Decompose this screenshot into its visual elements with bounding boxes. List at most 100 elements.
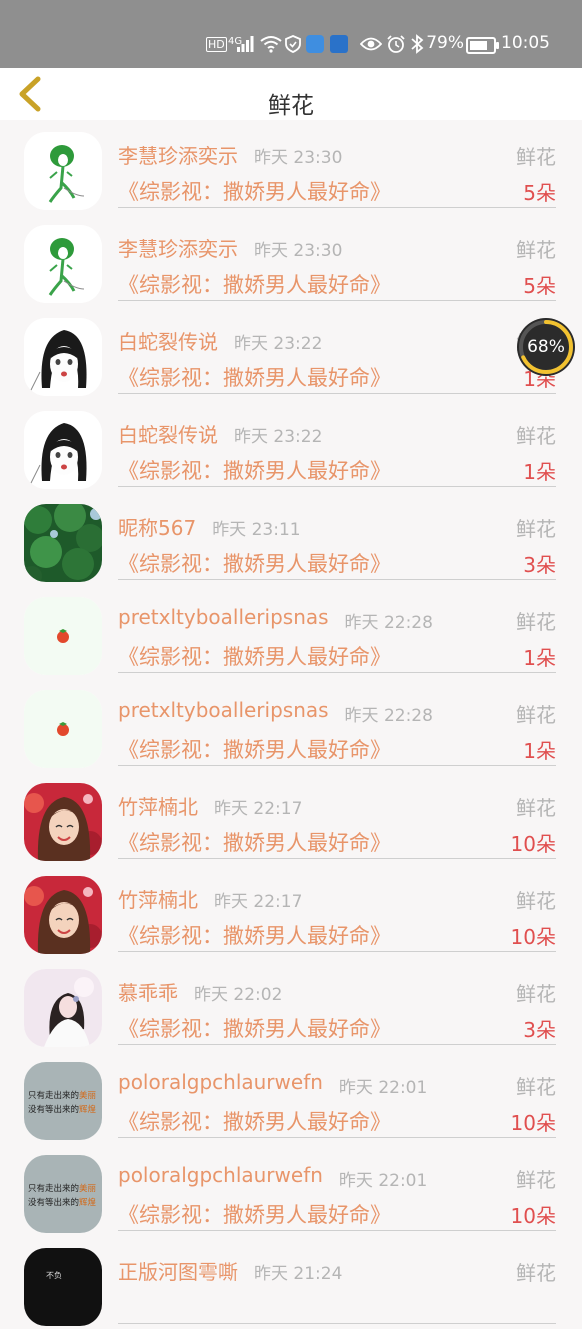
user-name[interactable]: 白蛇裂传说	[118, 326, 218, 355]
floating-badge-value: 68%	[527, 337, 565, 357]
gift-type: 鲜花	[516, 1168, 556, 1192]
flower-record-row[interactable]: 白蛇裂传说昨天 23:22鲜花《综影视：撒娇男人最好命》1朵	[0, 306, 582, 399]
book-title[interactable]: 《综影视：撒娇男人最好命》	[118, 734, 391, 764]
user-avatar[interactable]	[24, 597, 102, 675]
svg-text:只有走出来的美丽: 只有走出来的美丽	[28, 1183, 97, 1194]
gift-type: 鲜花	[516, 145, 556, 169]
user-avatar[interactable]	[24, 876, 102, 954]
flower-record-row[interactable]: 慕乖乖 昨天 22:02 鲜花 《综影视：撒娇男人最好命》 3朵	[0, 957, 582, 1050]
user-name[interactable]: poloralgpchlaurwefn	[118, 1070, 323, 1094]
gift-type: 鲜花	[516, 424, 556, 448]
user-name[interactable]: pretxltyboalleripsnas	[118, 605, 329, 629]
book-title[interactable]: 《综影视：撒娇男人最好命》	[118, 920, 391, 950]
flower-record-row[interactable]: 只有走出来的美丽 没有等出来的辉煌 poloralgpchlaurwefn 昨天 22…	[0, 1143, 582, 1236]
row-divider	[118, 765, 556, 766]
floating-progress-badge[interactable]: 68%	[517, 318, 575, 376]
user-avatar[interactable]	[24, 504, 102, 582]
user-avatar[interactable]	[24, 969, 102, 1047]
book-title[interactable]: 《综影视：撒娇男人最好命》	[118, 641, 391, 671]
flower-record-row[interactable]: 只有走出来的美丽 没有等出来的辉煌 poloralgpchlaurwefn 昨天 22…	[0, 1050, 582, 1143]
user-avatar[interactable]	[24, 690, 102, 768]
eye-icon	[360, 37, 382, 51]
book-title[interactable]: 《综影视：撒娇男人最好命》	[118, 1106, 391, 1136]
user-name[interactable]: 正版河图雩嘶	[118, 1256, 238, 1285]
user-avatar[interactable]	[24, 225, 102, 303]
app-icon-2	[330, 35, 348, 53]
status-bar: HD 4G 79% 10:05	[0, 0, 582, 68]
user-avatar[interactable]	[24, 318, 102, 396]
flower-record-row[interactable]: 昵称567 昨天 23:11 鲜花《综影视：撒娇男人最好命》 3朵	[0, 492, 582, 585]
book-title[interactable]: 《综影视：撒娇男人最好命》	[118, 176, 391, 206]
user-avatar[interactable]: 不负	[24, 1248, 102, 1326]
app-icon	[306, 35, 324, 53]
flower-count: 1朵	[523, 739, 556, 763]
svg-text:只有走出来的美丽: 只有走出来的美丽	[28, 1090, 97, 1101]
flower-count: 10朵	[510, 1111, 556, 1135]
row-divider	[118, 858, 556, 859]
svg-text:没有等出来的辉煌: 没有等出来的辉煌	[28, 1104, 97, 1115]
row-divider	[118, 1230, 556, 1231]
row-divider	[118, 951, 556, 952]
gift-time: 昨天 23:30	[254, 148, 343, 168]
flower-record-row[interactable]: 不负 正版河图雩嘶 昨天 21:24 鲜花	[0, 1236, 582, 1329]
row-divider	[118, 1323, 556, 1324]
top-bar: 鲜花	[0, 68, 582, 120]
book-title[interactable]: 《综影视：撒娇男人最好命》	[118, 548, 391, 578]
hd-icon: HD	[206, 37, 227, 52]
flower-count: 5朵	[523, 274, 556, 298]
gift-type: 鲜花	[516, 1261, 556, 1285]
flower-count: 3朵	[523, 553, 556, 577]
book-title[interactable]: 《综影视：撒娇男人最好命》	[118, 269, 391, 299]
gift-time: 昨天 22:17	[214, 799, 303, 819]
gift-type: 鲜花	[516, 889, 556, 913]
gift-type: 鲜花	[516, 1075, 556, 1099]
gift-type: 鲜花	[516, 517, 556, 541]
user-name[interactable]: 白蛇裂传说	[118, 419, 218, 448]
book-title[interactable]: 《综影视：撒娇男人最好命》	[118, 1013, 391, 1043]
flower-record-row[interactable]: 竹萍楠北 昨天 22:17 鲜花 《综影视：撒娇男人最好命》 10朵	[0, 771, 582, 864]
book-title[interactable]: 《综影视：撒娇男人最好命》	[118, 455, 391, 485]
flower-count: 10朵	[510, 1204, 556, 1228]
svg-text:不负: 不负	[46, 1270, 62, 1280]
user-avatar[interactable]: 只有走出来的美丽 没有等出来的辉煌	[24, 1062, 102, 1140]
user-name[interactable]: 慕乖乖	[118, 977, 178, 1006]
user-name[interactable]: 竹萍楠北	[118, 884, 198, 913]
user-name[interactable]: 竹萍楠北	[118, 791, 198, 820]
flower-count: 1朵	[523, 646, 556, 670]
book-title[interactable]: 《综影视：撒娇男人最好命》	[118, 1199, 391, 1229]
flower-count: 3朵	[523, 1018, 556, 1042]
status-time: 10:05	[501, 33, 550, 53]
flower-record-row[interactable]: pretxltyboalleripsnas 昨天 22:28 鲜花《综影视：撒娇男人…	[0, 678, 582, 771]
gift-time: 昨天 23:30	[254, 241, 343, 261]
gift-time: 昨天 23:22	[234, 334, 323, 354]
alarm-icon	[387, 35, 405, 53]
user-name[interactable]: pretxltyboalleripsnas	[118, 698, 329, 722]
flower-record-row[interactable]: pretxltyboalleripsnas 昨天 22:28 鲜花《综影视：撒娇男人…	[0, 585, 582, 678]
gift-type: 鲜花	[516, 703, 556, 727]
bluetooth-icon	[411, 34, 424, 54]
book-title[interactable]: 《综影视：撒娇男人最好命》	[118, 827, 391, 857]
flower-record-row[interactable]: 竹萍楠北 昨天 22:17 鲜花 《综影视：撒娇男人最好命》 10朵	[0, 864, 582, 957]
flower-record-row[interactable]: 白蛇裂传说昨天 23:22鲜花《综影视：撒娇男人最好命》1朵	[0, 399, 582, 492]
wifi-icon	[260, 36, 282, 53]
user-avatar[interactable]	[24, 411, 102, 489]
gift-type: 鲜花	[516, 796, 556, 820]
row-divider	[118, 393, 556, 394]
user-name[interactable]: 李慧珍添奕示	[118, 233, 238, 262]
flower-record-row[interactable]: 李慧珍添奕示 昨天 23:30 鲜花 《综影视：撒娇男人最好命》 5朵	[0, 120, 582, 213]
user-name[interactable]: 李慧珍添奕示	[118, 140, 238, 169]
user-name[interactable]: poloralgpchlaurwefn	[118, 1163, 323, 1187]
user-avatar[interactable]	[24, 132, 102, 210]
flower-record-row[interactable]: 李慧珍添奕示 昨天 23:30 鲜花 《综影视：撒娇男人最好命》 5朵	[0, 213, 582, 306]
gift-type: 鲜花	[516, 610, 556, 634]
row-divider	[118, 579, 556, 580]
gift-time: 昨天 23:11	[212, 520, 301, 540]
user-avatar[interactable]	[24, 783, 102, 861]
flower-record-list[interactable]: 李慧珍添奕示 昨天 23:30 鲜花 《综影视：撒娇男人最好命》 5朵 李慧珍添奕示 昨天 …	[0, 120, 582, 1329]
user-name[interactable]: 昵称567	[118, 512, 196, 541]
book-title[interactable]: 《综影视：撒娇男人最好命》	[118, 362, 391, 392]
row-divider	[118, 1137, 556, 1138]
gift-time: 昨天 22:28	[344, 613, 433, 633]
user-avatar[interactable]: 只有走出来的美丽 没有等出来的辉煌	[24, 1155, 102, 1233]
gift-time: 昨天 22:28	[344, 706, 433, 726]
